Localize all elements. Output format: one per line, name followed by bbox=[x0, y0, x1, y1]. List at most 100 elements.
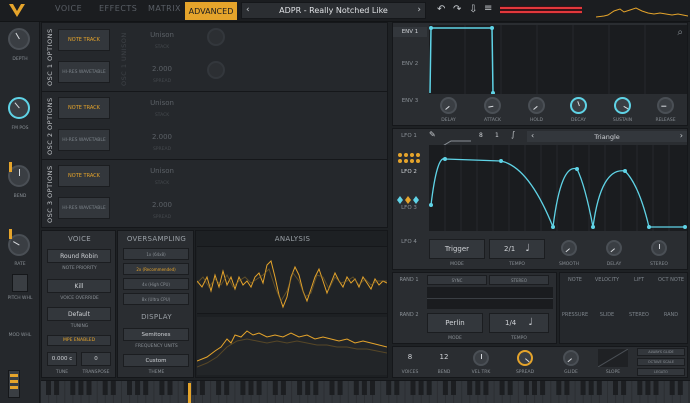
piano-key-black[interactable] bbox=[127, 381, 132, 395]
note-priority-button[interactable]: Round Robin bbox=[47, 249, 111, 263]
mod-wheel[interactable] bbox=[8, 370, 20, 398]
piano-key-black[interactable] bbox=[280, 381, 286, 395]
lfo3-tab[interactable]: LFO 3 bbox=[393, 205, 425, 211]
piano-key-black[interactable] bbox=[54, 381, 60, 395]
preset-selector[interactable]: ‹ ADPR - Really Notched Like › bbox=[241, 2, 426, 19]
piano-key-black[interactable] bbox=[532, 381, 537, 395]
rand1-tab[interactable]: RAND 1 bbox=[393, 277, 425, 283]
env-hold-knob[interactable] bbox=[528, 97, 545, 114]
note-icon[interactable]: ♩ bbox=[528, 318, 533, 328]
piano-key-black[interactable] bbox=[499, 381, 505, 395]
fm-pos-knob[interactable] bbox=[8, 97, 30, 119]
osc1-unison-knob[interactable] bbox=[207, 28, 225, 46]
note-icon[interactable]: ♩ bbox=[525, 244, 530, 254]
piano-key-black[interactable] bbox=[669, 381, 675, 395]
osc2-note-track-button[interactable]: NOTE TRACK bbox=[58, 97, 110, 119]
env-sustain-knob[interactable] bbox=[614, 97, 631, 114]
random-mode-button[interactable]: Perlin bbox=[427, 313, 483, 333]
source-oct-note[interactable]: OCT NOTE bbox=[654, 277, 688, 283]
piano-key-black[interactable] bbox=[159, 381, 165, 395]
piano-key-black[interactable] bbox=[135, 381, 141, 395]
keyboard[interactable] bbox=[41, 380, 690, 403]
osc1-hi-res-button[interactable]: HI-RES WAVETABLE bbox=[58, 61, 110, 83]
env3-tab[interactable]: ENV 3 bbox=[393, 98, 427, 104]
piano-key-black[interactable] bbox=[540, 381, 546, 395]
theme-button[interactable]: Custom bbox=[123, 354, 189, 367]
mpe-enabled-button[interactable]: MPE ENABLED bbox=[47, 335, 111, 346]
depth-knob[interactable] bbox=[8, 28, 30, 50]
env-attack-knob[interactable] bbox=[484, 97, 501, 114]
piano-key-black[interactable] bbox=[418, 381, 424, 395]
voice-override-button[interactable]: Kill bbox=[47, 279, 111, 293]
lfo-stereo-knob[interactable] bbox=[651, 240, 667, 256]
lfo-smooth-knob[interactable] bbox=[561, 240, 577, 256]
save-icon[interactable]: ⇩ bbox=[469, 5, 477, 15]
source-note[interactable]: NOTE bbox=[560, 277, 590, 283]
menu-icon[interactable]: ≡ bbox=[484, 4, 492, 14]
piano-key-black[interactable] bbox=[507, 381, 513, 395]
source-rand[interactable]: RAND bbox=[654, 312, 688, 318]
piano-key-black[interactable] bbox=[637, 381, 643, 395]
slope-display[interactable] bbox=[597, 348, 629, 368]
pencil-icon[interactable]: ✎ bbox=[429, 131, 436, 139]
random-tempo-button[interactable]: 1/4 ♩ bbox=[489, 313, 549, 333]
chevron-right-icon[interactable]: › bbox=[417, 6, 421, 15]
osc1-spread-value[interactable]: 2.000 bbox=[137, 65, 187, 73]
piano-key-black[interactable] bbox=[272, 381, 278, 395]
random-stereo-button[interactable]: STEREO bbox=[489, 275, 549, 285]
tuning-button[interactable]: Default bbox=[47, 307, 111, 321]
piano-key-black[interactable] bbox=[305, 381, 311, 395]
piano-key-black[interactable] bbox=[199, 381, 205, 395]
glide-knob[interactable] bbox=[563, 350, 579, 366]
piano-key-black[interactable] bbox=[467, 381, 473, 395]
piano-key-black[interactable] bbox=[297, 381, 303, 395]
chevron-right-icon[interactable]: › bbox=[680, 132, 683, 140]
osc1-unison-knob[interactable] bbox=[207, 61, 225, 79]
piano-key-black[interactable] bbox=[191, 381, 197, 395]
osc3-spread-value[interactable]: 2.000 bbox=[137, 201, 187, 209]
piano-key-black[interactable] bbox=[110, 381, 116, 395]
legato-button[interactable]: LEGATO bbox=[637, 368, 685, 376]
piano-key-black[interactable] bbox=[70, 381, 76, 395]
osc3-hi-res-button[interactable]: HI-RES WAVETABLE bbox=[58, 197, 110, 219]
piano-key-black[interactable] bbox=[677, 381, 683, 395]
always-glide-button[interactable]: ALWAYS GLIDE bbox=[637, 348, 685, 356]
piano-key-black[interactable] bbox=[370, 381, 375, 395]
env-decay-knob[interactable] bbox=[570, 97, 587, 114]
piano-key-black[interactable] bbox=[102, 381, 108, 395]
oversampling-option-1x[interactable]: 1x (64x8) bbox=[123, 248, 189, 260]
piano-key-black[interactable] bbox=[386, 381, 392, 395]
lfo-preset-shape[interactable] bbox=[440, 133, 471, 148]
piano-key-black[interactable] bbox=[256, 381, 262, 395]
piano-key-black[interactable] bbox=[167, 381, 173, 395]
octave-scale-button[interactable]: OCTAVE SCALE bbox=[637, 358, 685, 366]
source-pressure[interactable]: PRESSURE bbox=[560, 312, 590, 318]
lfo-beats-value[interactable]: 1 bbox=[495, 132, 499, 139]
piano-key-black[interactable] bbox=[143, 381, 149, 395]
curve-icon[interactable]: ∫ bbox=[511, 131, 515, 139]
undo-icon[interactable]: ↶ bbox=[437, 5, 445, 15]
piano-key-black[interactable] bbox=[588, 381, 594, 395]
lfo-mode-button[interactable]: Trigger bbox=[429, 239, 485, 259]
osc2-spread-value[interactable]: 2.000 bbox=[137, 133, 187, 141]
env-release-knob[interactable] bbox=[657, 97, 674, 114]
lfo2-tab[interactable]: LFO 2 bbox=[393, 169, 425, 175]
piano-key-black[interactable] bbox=[337, 381, 343, 395]
osc1-stack-value[interactable]: Unison bbox=[137, 31, 187, 39]
piano-key-black[interactable] bbox=[426, 381, 432, 395]
volume-meter[interactable] bbox=[500, 6, 582, 14]
piano-key-black[interactable] bbox=[523, 381, 529, 395]
piano-key-black[interactable] bbox=[596, 381, 602, 395]
zoom-icon[interactable]: ⌕ bbox=[677, 28, 683, 38]
piano-key-black[interactable] bbox=[353, 381, 359, 395]
piano-key-black[interactable] bbox=[483, 381, 489, 395]
source-velocity[interactable]: VELOCITY bbox=[590, 277, 624, 283]
source-stereo[interactable]: STEREO bbox=[624, 312, 654, 318]
piano-key-black[interactable] bbox=[86, 381, 92, 395]
tab-effects[interactable]: EFFECTS bbox=[99, 4, 137, 13]
lfo-delay-knob[interactable] bbox=[606, 240, 622, 256]
spread-knob[interactable] bbox=[517, 350, 533, 366]
source-lift[interactable]: LIFT bbox=[624, 277, 654, 283]
pitch-wheel[interactable] bbox=[12, 274, 28, 292]
piano-key-black[interactable] bbox=[183, 381, 189, 395]
